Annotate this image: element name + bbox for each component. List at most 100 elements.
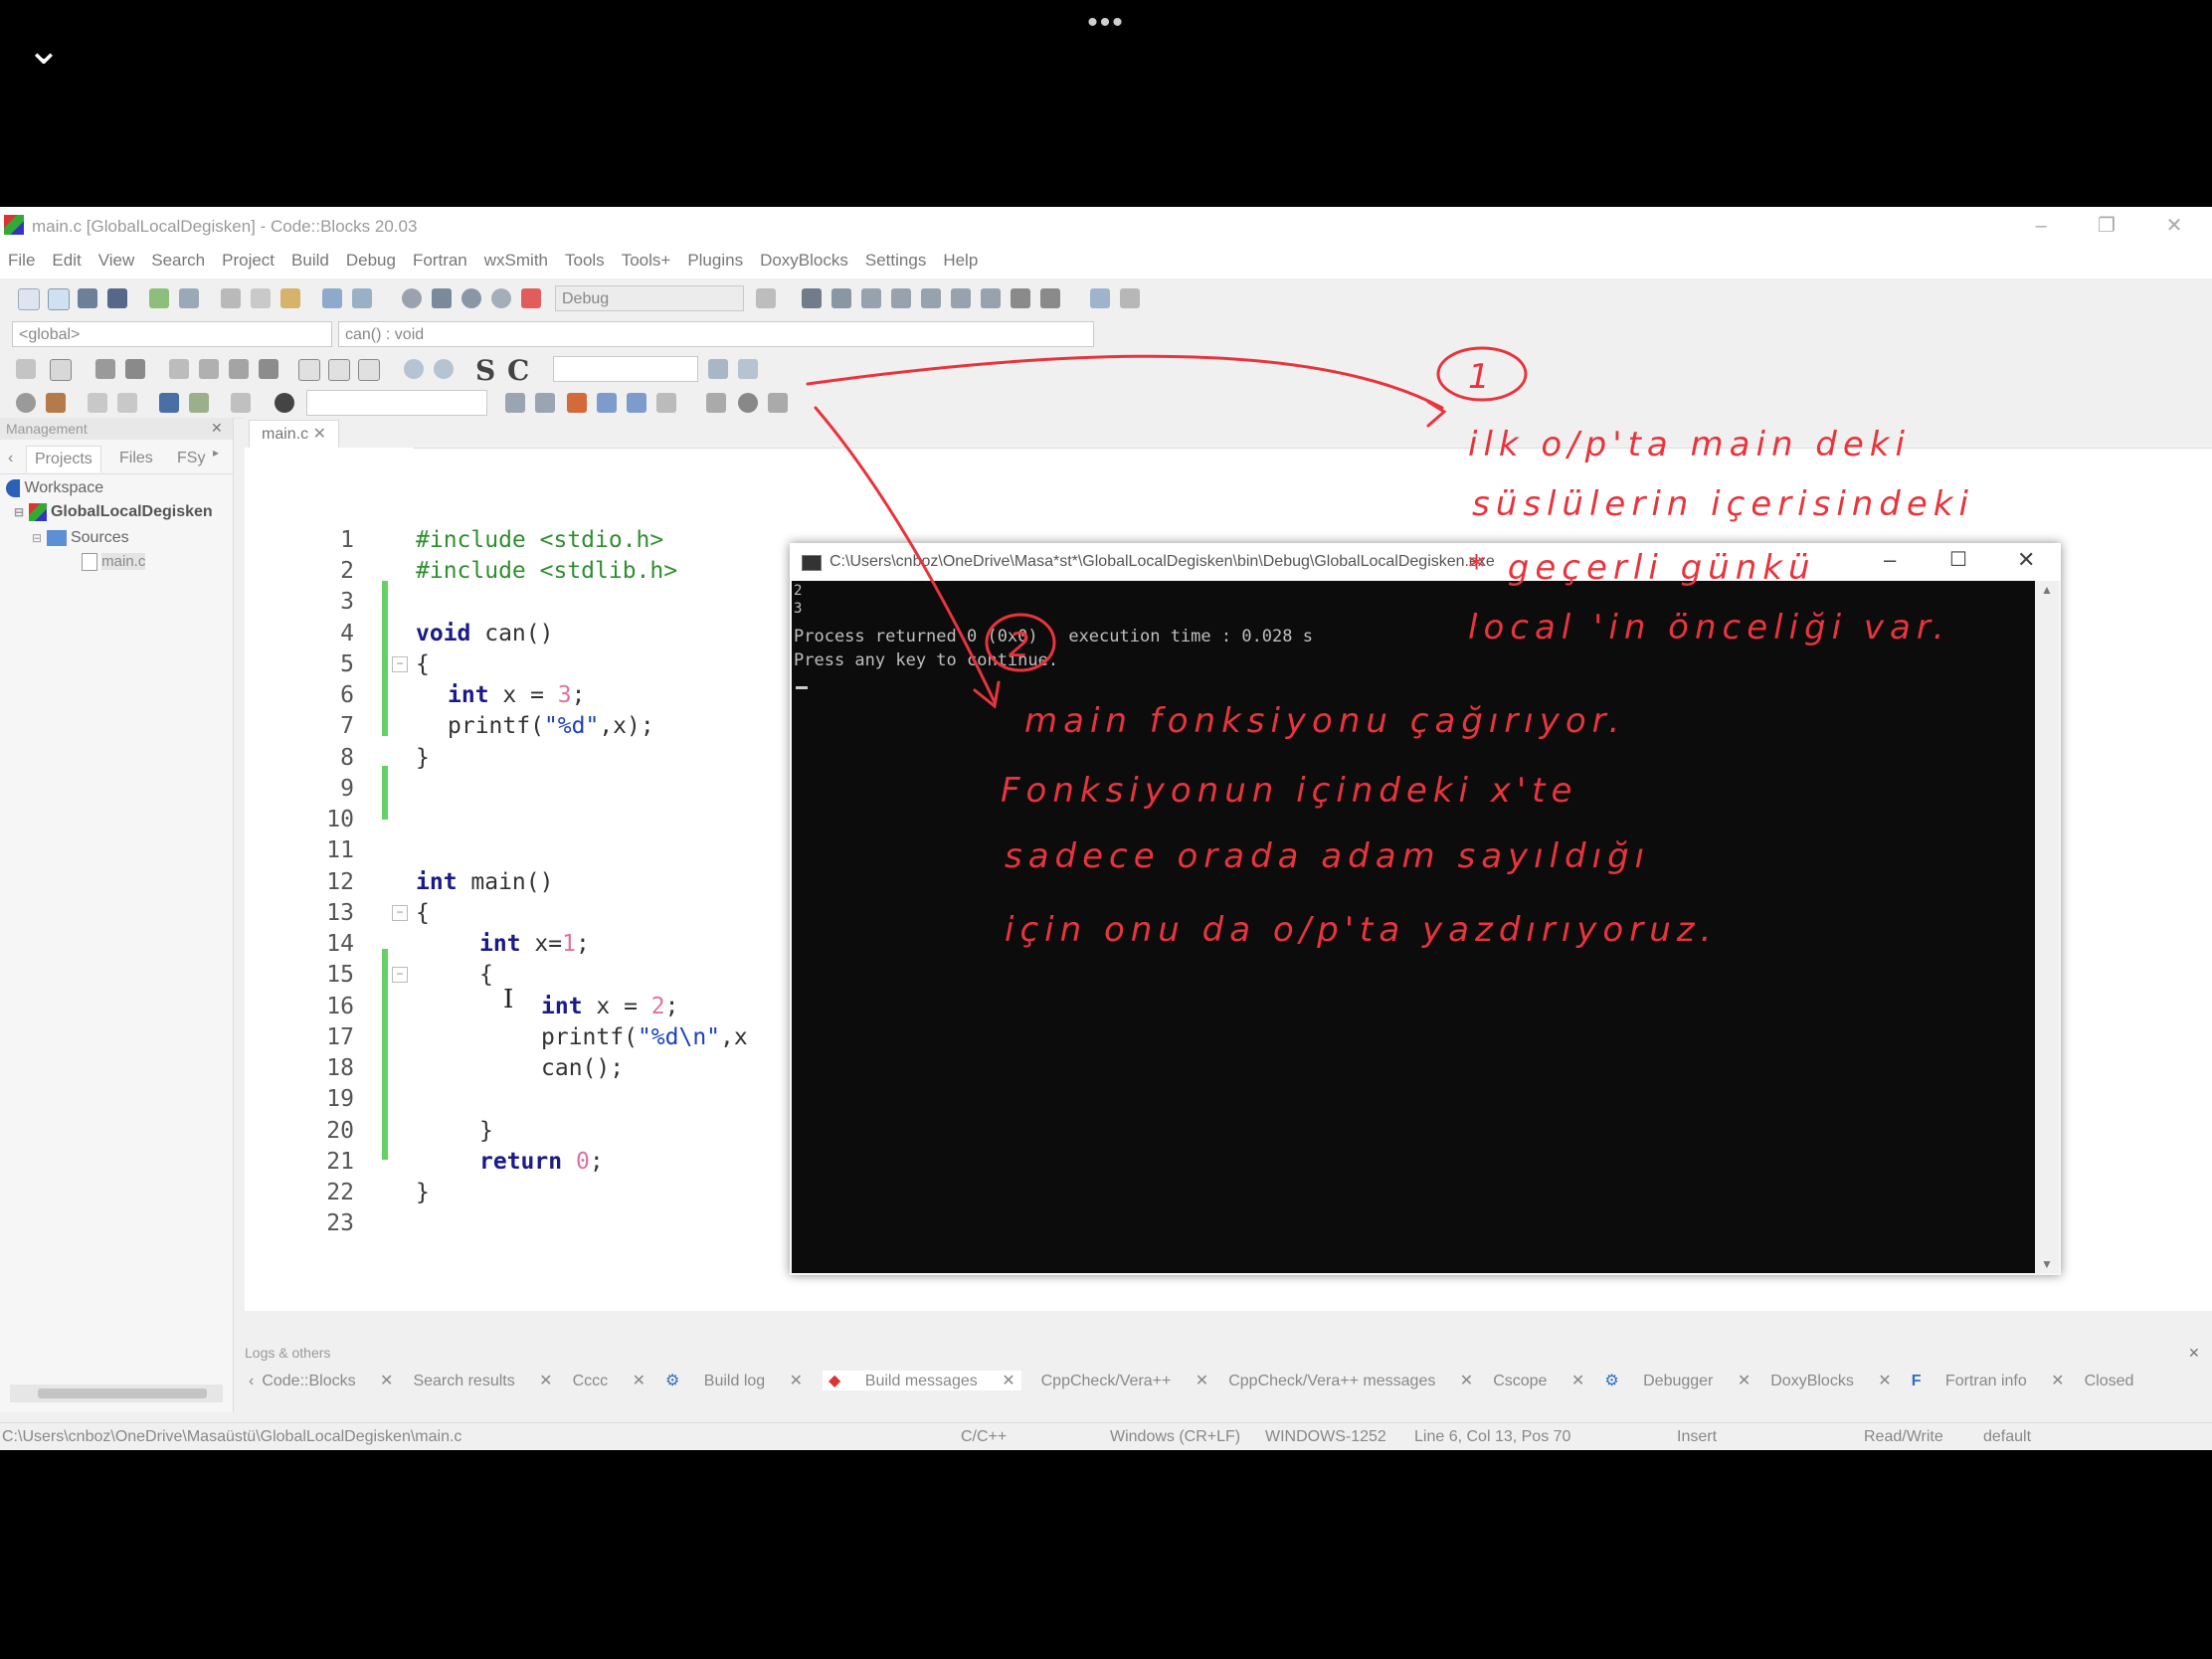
- console-window[interactable]: C:\Users\cnboz\OneDrive\Masa*st*\GlobalL…: [790, 543, 2061, 1275]
- symbol-icon[interactable]: [275, 393, 294, 413]
- stop-debug-icon[interactable]: [1040, 288, 1060, 308]
- log-tab-cppcheck-messages[interactable]: CppCheck/Vera++ messages ✕: [1228, 1371, 1473, 1390]
- replace-icon[interactable]: [352, 288, 372, 308]
- pencil-icon[interactable]: [231, 393, 251, 413]
- jump-back-icon[interactable]: [706, 393, 726, 413]
- collapse-icon[interactable]: ⊟: [14, 505, 24, 519]
- pause-icon[interactable]: [1011, 288, 1030, 308]
- symbol-select[interactable]: [306, 390, 487, 416]
- log-tab-codeblocks[interactable]: Code::Blocks ✕: [262, 1371, 393, 1390]
- minimize-icon[interactable]: –: [2019, 211, 2063, 241]
- copy-icon[interactable]: [251, 288, 271, 308]
- tab-files[interactable]: Files: [119, 450, 153, 467]
- menu-search[interactable]: Search: [143, 243, 214, 271]
- menu-plugins[interactable]: Plugins: [679, 243, 752, 271]
- build-gear-icon[interactable]: [402, 288, 422, 308]
- uncomment-icon[interactable]: [117, 393, 137, 413]
- breakpoint-icon[interactable]: [738, 393, 758, 413]
- tab-projects[interactable]: Projects: [26, 446, 101, 472]
- menu-file[interactable]: File: [0, 243, 44, 271]
- next-instruction-icon[interactable]: [951, 288, 971, 308]
- build-run-icon[interactable]: [461, 288, 481, 308]
- menu-project[interactable]: Project: [214, 243, 283, 271]
- s-button[interactable]: S: [475, 354, 495, 387]
- log-tab-build-log[interactable]: ⚙ Build log ✕: [665, 1371, 803, 1390]
- log-tab-fortran-info[interactable]: F Fortran info ✕: [1912, 1371, 2065, 1390]
- tab-close-icon[interactable]: ✕: [313, 426, 326, 443]
- layout-a-icon[interactable]: [298, 359, 320, 381]
- back-arrow-icon[interactable]: [505, 393, 525, 413]
- step-instruction-icon[interactable]: [981, 288, 1001, 308]
- logs-close-icon[interactable]: ✕: [2188, 1345, 2200, 1362]
- tab-scroll-right-icon[interactable]: ▸: [213, 446, 219, 460]
- dialog-icon[interactable]: [125, 359, 145, 379]
- panel-close-icon[interactable]: ✕: [211, 420, 223, 437]
- grid-sizer-icon[interactable]: [229, 359, 249, 379]
- pointer-icon[interactable]: [16, 359, 36, 379]
- step-into-icon[interactable]: [891, 288, 911, 308]
- menu-fortran[interactable]: Fortran: [405, 243, 476, 271]
- console-close-icon[interactable]: ✕: [2017, 547, 2035, 573]
- menu-debug[interactable]: Debug: [338, 243, 405, 271]
- layout-c-icon[interactable]: [358, 359, 380, 381]
- build-target-select[interactable]: Debug: [555, 285, 744, 311]
- sizer-icon[interactable]: [169, 359, 189, 379]
- more-dots-icon[interactable]: •••: [1076, 6, 1136, 39]
- info-icon[interactable]: [1120, 288, 1140, 308]
- debug-start-icon[interactable]: [802, 288, 822, 308]
- format-icon[interactable]: [597, 393, 617, 413]
- frame-icon[interactable]: [50, 359, 72, 381]
- log-tab-doxyblocks[interactable]: DoxyBlocks ✕: [1770, 1371, 1891, 1390]
- run-icon[interactable]: [432, 288, 452, 308]
- mgmt-hscroll-thumb[interactable]: [38, 1388, 207, 1398]
- fold-marker[interactable]: −: [392, 905, 408, 921]
- chevron-down-icon[interactable]: ⌄: [24, 29, 64, 71]
- jump-forward-icon[interactable]: [768, 393, 788, 413]
- console-maximize-icon[interactable]: ☐: [1949, 547, 1967, 572]
- box-sizer-icon[interactable]: [199, 359, 219, 379]
- scroll-down-icon[interactable]: ▼: [2041, 1257, 2053, 1271]
- restore-icon[interactable]: ❐: [2085, 211, 2128, 241]
- menu-tools-plus[interactable]: Tools+: [614, 243, 680, 271]
- open-file-icon[interactable]: [48, 288, 70, 310]
- fold-marker[interactable]: −: [392, 967, 408, 983]
- log-tab-search-results[interactable]: Search results ✕: [413, 1371, 552, 1390]
- tree-project[interactable]: ⊟ GlobalLocalDegisken: [14, 503, 213, 521]
- paste-icon[interactable]: [280, 288, 300, 308]
- regex-icon[interactable]: [627, 393, 646, 413]
- tab-fsy[interactable]: FSy: [177, 450, 205, 467]
- menu-tools[interactable]: Tools: [557, 243, 614, 271]
- tree-workspace[interactable]: Workspace: [6, 479, 103, 497]
- tree-file-main[interactable]: main.c: [82, 553, 146, 572]
- log-tab-closed[interactable]: Closed: [2085, 1373, 2154, 1390]
- function-select[interactable]: can() : void: [338, 321, 1094, 347]
- cut-icon[interactable]: [221, 288, 241, 308]
- target-options-icon[interactable]: [756, 288, 776, 308]
- panel-icon[interactable]: [95, 359, 115, 379]
- next-line-icon[interactable]: [861, 288, 881, 308]
- scroll-up-icon[interactable]: ▲: [2041, 583, 2053, 597]
- bookmark-icon[interactable]: [159, 393, 179, 413]
- zoom-in-icon[interactable]: [404, 359, 424, 379]
- log-tab-cppcheck[interactable]: CppCheck/Vera++ ✕: [1041, 1371, 1209, 1390]
- log-tab-cccc[interactable]: Cccc ✕: [573, 1371, 645, 1390]
- step-out-icon[interactable]: [921, 288, 941, 308]
- undo-icon[interactable]: [149, 288, 169, 308]
- layout-b-icon[interactable]: [328, 359, 350, 381]
- zoom-out-icon[interactable]: [434, 359, 454, 379]
- grid-icon[interactable]: [189, 393, 209, 413]
- run-to-cursor-icon[interactable]: [831, 288, 851, 308]
- log-tab-debugger[interactable]: ⚙ Debugger ✕: [1604, 1371, 1751, 1390]
- console-scrollbar[interactable]: ▲ ▼: [2035, 581, 2059, 1273]
- close-icon[interactable]: ✕: [2152, 211, 2196, 241]
- mgmt-hscroll[interactable]: [10, 1384, 223, 1402]
- rebuild-icon[interactable]: [491, 288, 511, 308]
- wildcard-icon[interactable]: [656, 393, 676, 413]
- collapse-icon[interactable]: ⊟: [32, 531, 42, 545]
- save-all-icon[interactable]: [107, 288, 127, 308]
- menu-settings[interactable]: Settings: [857, 243, 935, 271]
- menu-edit[interactable]: Edit: [44, 243, 90, 271]
- console-minimize-icon[interactable]: –: [1884, 547, 1896, 573]
- plugin-icon[interactable]: [46, 393, 66, 413]
- save-icon[interactable]: [78, 288, 97, 308]
